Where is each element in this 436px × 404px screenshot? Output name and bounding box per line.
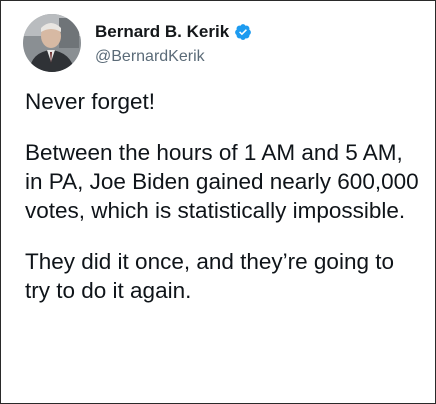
display-name[interactable]: Bernard B. Kerik	[95, 22, 229, 42]
avatar[interactable]	[23, 14, 81, 72]
tweet-text: Never forget! Between the hours of 1 AM …	[25, 87, 425, 305]
tweet-header: Bernard B. Kerik @BernardKerik	[23, 14, 252, 72]
verified-badge-icon	[234, 23, 252, 41]
profile-photo-icon	[23, 14, 81, 72]
display-name-row: Bernard B. Kerik	[95, 20, 252, 44]
tweet-paragraph: They did it once, and they’re going to t…	[25, 249, 394, 303]
handle[interactable]: @BernardKerik	[95, 48, 252, 66]
tweet-paragraph: Never forget!	[25, 89, 156, 114]
author-names: Bernard B. Kerik @BernardKerik	[95, 20, 252, 66]
tweet-card: Bernard B. Kerik @BernardKerik Never for…	[0, 0, 436, 404]
tweet-paragraph: Between the hours of 1 AM and 5 AM, in P…	[25, 140, 419, 223]
